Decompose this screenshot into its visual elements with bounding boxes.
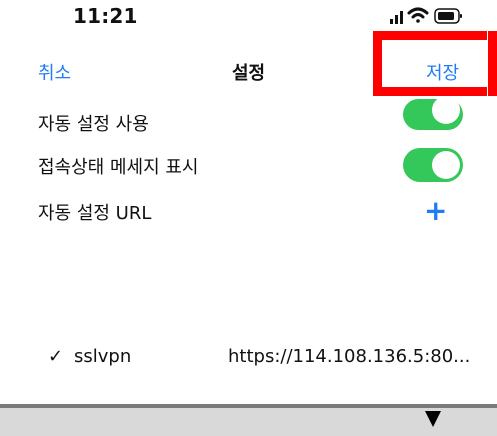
- save-button[interactable]: 저장: [426, 59, 459, 85]
- toggle-knob: [432, 151, 460, 179]
- auto-config-label: 자동 설정 사용: [38, 114, 149, 135]
- status-time: 11:21: [73, 4, 138, 28]
- signal-icon: [390, 11, 403, 24]
- status-message-toggle[interactable]: [403, 148, 463, 182]
- auto-config-url-row: 자동 설정 URL +: [0, 191, 497, 231]
- status-message-row: 접속상태 메세지 표시: [0, 145, 497, 185]
- checkmark-icon: ✓: [48, 346, 64, 367]
- page-title: 설정: [231, 63, 266, 84]
- status-message-label: 접속상태 메세지 표시: [38, 157, 199, 178]
- profile-url: https://114.108.136.5:80...: [228, 346, 471, 367]
- dropdown-arrow-icon[interactable]: [425, 411, 441, 427]
- toggle-knob: [432, 96, 460, 124]
- navigation-bar: 취소 설정 저장: [0, 44, 497, 92]
- bottom-bar: [0, 408, 497, 436]
- profile-row[interactable]: ✓ sslvpn https://114.108.136.5:80...: [0, 336, 497, 376]
- wifi-icon: [407, 7, 429, 23]
- auto-config-toggle[interactable]: [403, 96, 463, 130]
- plus-icon: +: [424, 194, 448, 227]
- status-bar: 11:21: [0, 0, 497, 40]
- battery-icon: [434, 8, 462, 24]
- status-icons: [390, 7, 462, 24]
- auto-config-row: 자동 설정 사용: [0, 96, 497, 142]
- profile-name: sslvpn: [74, 346, 132, 367]
- auto-config-url-label: 자동 설정 URL: [38, 203, 152, 224]
- add-url-button[interactable]: +: [424, 191, 447, 231]
